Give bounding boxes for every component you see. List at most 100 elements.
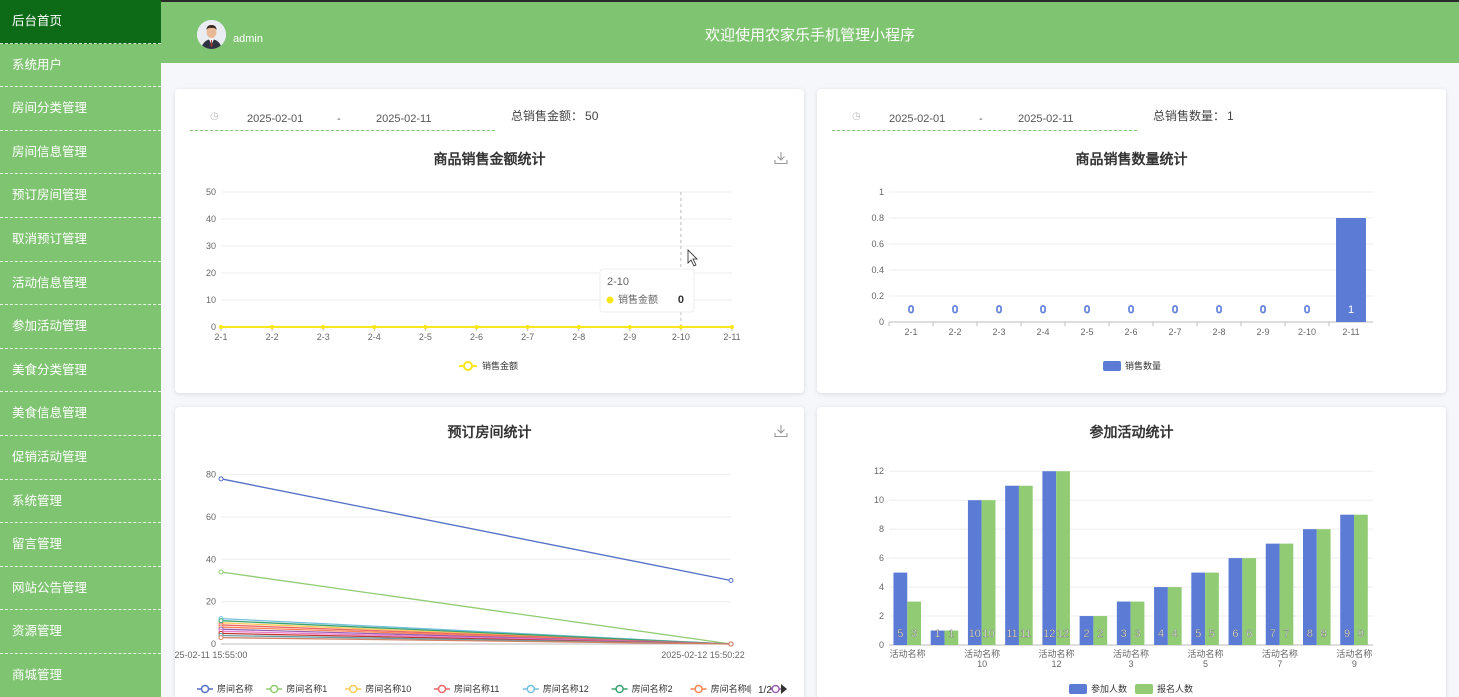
sidebar-item[interactable]: 商城管理 [0, 654, 161, 697]
sidebar-item[interactable]: 资源管理 [0, 610, 161, 654]
y-tick-label: 0 [879, 640, 884, 650]
legend-label: 房间名称11 [454, 683, 499, 694]
data-point [730, 325, 734, 329]
bar-data-label: 2 [1097, 628, 1103, 640]
series-line [220, 478, 732, 582]
data-point [627, 325, 632, 329]
bar-data-label: 3 [1121, 628, 1127, 640]
bar-data-label: 6 [1232, 628, 1238, 640]
data-point [321, 325, 326, 329]
bar-data-label: 2 [1083, 628, 1089, 640]
legend-label: 房间名称1 [286, 683, 327, 694]
bar-data-label: 0 [1040, 304, 1046, 316]
bar-data-label: 0 [1260, 304, 1266, 316]
legend-label: 房间名称12 [543, 683, 589, 694]
data-point [576, 325, 581, 329]
activity-bar-chart: 0246810125 3 1 1 10 10 11 11 12 12 2 2 3 3 4 4 5 5 6 6 7 7 8 8 9… [874, 466, 1373, 694]
x-tick-label: 2-7 [521, 332, 534, 342]
legend-label: 房间名称 [217, 683, 253, 694]
bar-data-label: 8 [1321, 628, 1327, 640]
x-tick-label: 2-1 [214, 332, 227, 342]
sidebar-item[interactable]: 美食信息管理 [0, 392, 161, 436]
data-point [525, 325, 530, 329]
sidebar-item[interactable]: 活动信息管理 [0, 262, 161, 306]
bar-data-label: 9 [1358, 628, 1364, 640]
y-tick-label: 0.6 [871, 239, 884, 249]
x-tick-label: 活动名称 [1113, 648, 1149, 659]
sidebar-item[interactable]: 美食分类管理 [0, 349, 161, 393]
x-tick-label: 2-8 [1212, 327, 1225, 337]
sidebar: 后台首页 系统用户 房间分类管理 房间信息管理 预订房间管理 取消预订管理 活动信息管理 参加… [0, 0, 161, 697]
bar-data-label: 0 [908, 304, 914, 316]
x-tick-label: 2-8 [572, 332, 585, 342]
sidebar-item[interactable]: 后台首页 [0, 0, 161, 44]
bar-data-label: 7 [1270, 628, 1276, 640]
bar [1340, 514, 1355, 645]
x-tick-label: 3 [1128, 659, 1133, 669]
y-tick-label: 1 [879, 187, 884, 197]
sidebar-item[interactable]: 房间信息管理 [0, 131, 161, 175]
y-tick-label: 4 [879, 582, 884, 592]
x-tick-label: 25-02-11 15:55:00 [175, 650, 247, 660]
sidebar-item[interactable]: 网站公告管理 [0, 567, 161, 611]
tooltip-value: 0 [678, 294, 684, 306]
bar [1018, 485, 1033, 645]
legend-swatch-marker [269, 684, 279, 694]
bar [1042, 471, 1057, 645]
sidebar-item[interactable]: 取消预订管理 [0, 218, 161, 262]
y-tick-label: 60 [206, 512, 216, 522]
sidebar-item[interactable]: 留言管理 [0, 523, 161, 567]
bar-data-label: 9 [1344, 628, 1350, 640]
sidebar-item[interactable]: 促销活动管理 [0, 436, 161, 480]
data-point [218, 635, 224, 641]
x-tick-label: 2-10 [1298, 327, 1316, 337]
tooltip-marker [606, 296, 614, 304]
x-tick-label: 7 [1277, 659, 1282, 669]
x-tick-label: 2-1 [904, 327, 917, 337]
top-header: admin 欢迎使用农家乐手机管理小程序 [161, 0, 1459, 63]
data-point [270, 325, 275, 329]
sidebar-item[interactable]: 参加活动管理 [0, 305, 161, 349]
x-tick-label: 2-3 [992, 327, 1005, 337]
bar-data-label: 0 [952, 304, 958, 316]
bar-data-label: 5 [1195, 628, 1201, 640]
bar-data-label: 7 [1283, 628, 1289, 640]
bar-data-label: 4 [1158, 628, 1164, 640]
x-tick-label: 2-4 [1036, 327, 1049, 337]
sidebar-item[interactable]: 房间分类管理 [0, 87, 161, 131]
bar [1354, 514, 1368, 645]
y-tick-label: 20 [206, 597, 216, 607]
data-point [218, 476, 224, 482]
legend-label: 房间名称10 [365, 683, 411, 694]
y-tick-label: 2 [879, 611, 884, 621]
sidebar-item[interactable]: 系统管理 [0, 480, 161, 524]
x-tick-label: 2-7 [1168, 327, 1181, 337]
x-tick-label: 活动名称 [890, 648, 926, 659]
data-point [372, 325, 377, 329]
legend-label: 参加人数 [1091, 683, 1127, 694]
legend-swatch-marker [200, 684, 210, 694]
bar-data-label: 0 [1304, 304, 1310, 316]
y-tick-label: 8 [879, 524, 884, 534]
bar-data-label: 0 [1128, 304, 1134, 316]
y-tick-label: 0 [879, 317, 884, 327]
data-point [218, 618, 224, 624]
legend-next-icon [781, 684, 787, 694]
bar-data-label: 12 [1043, 628, 1055, 640]
legend-swatch-marker [437, 684, 447, 694]
data-point [423, 325, 428, 329]
bar-data-label: 1 [1348, 304, 1354, 316]
bar-data-label: 10 [969, 628, 981, 640]
data-point [728, 641, 734, 647]
bar-data-label: 3 [1134, 628, 1140, 640]
x-tick-label: 活动名称 [1262, 648, 1298, 659]
bar-data-label: 10 [982, 628, 994, 640]
sidebar-item[interactable]: 系统用户 [0, 44, 161, 88]
sales-quantity-card: ◷ 2025-02-01 - 2025-02-11 总销售数量： 1 商品销售数量… [817, 89, 1446, 393]
y-tick-label: 6 [879, 553, 884, 563]
bar-data-label: 0 [996, 304, 1002, 316]
data-point [678, 325, 683, 329]
sidebar-item[interactable]: 预订房间管理 [0, 174, 161, 218]
x-tick-label: 2-5 [1080, 327, 1093, 337]
y-tick-label: 40 [206, 554, 216, 564]
